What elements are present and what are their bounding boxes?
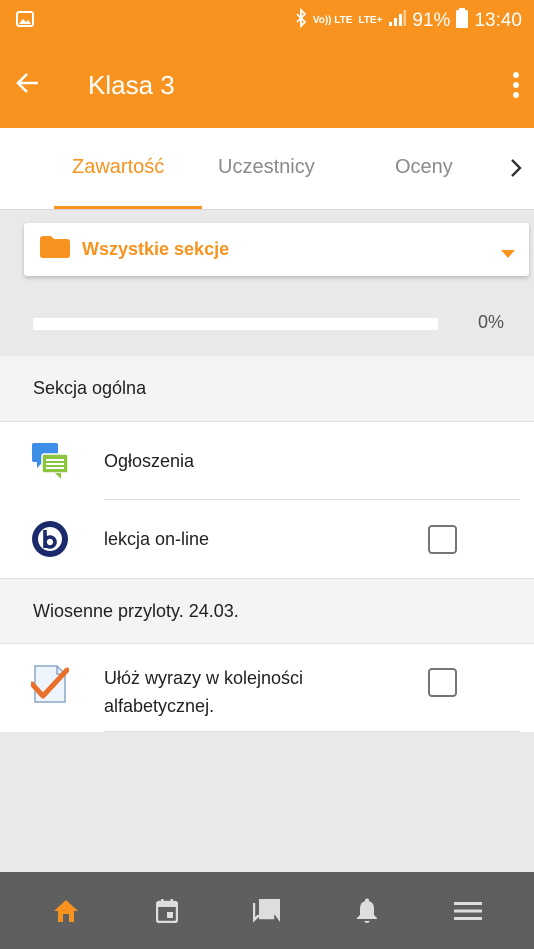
list-item-label: Ogłoszenia	[104, 451, 195, 471]
course-progress-bar	[33, 318, 438, 330]
battery-percent: 91%	[412, 10, 451, 31]
section-filter-label: Wszystkie sekcje	[82, 239, 230, 259]
more-options-icon[interactable]	[512, 70, 520, 100]
dropdown-arrow-icon	[501, 245, 515, 263]
hamburger-menu-icon[interactable]	[446, 889, 490, 933]
back-arrow-icon[interactable]	[16, 72, 40, 99]
section-filter-select[interactable]: Wszystkie sekcje	[24, 223, 529, 276]
completion-checkbox[interactable]	[428, 668, 457, 697]
list-item-label: lekcja on-line	[104, 529, 210, 549]
course-content-list: Sekcja ogólna Ogłoszenia lekcja on-line …	[0, 356, 534, 732]
bluetooth-icon	[295, 7, 307, 34]
tab-bar: Zawartość Uczestnicy Oceny	[0, 128, 534, 210]
course-progress-percent: 0%	[477, 312, 504, 332]
bigbluebutton-icon	[31, 520, 69, 558]
page-title: Klasa 3	[88, 69, 175, 100]
notifications-bell-icon[interactable]	[345, 889, 389, 933]
list-item-announcements[interactable]: Ogłoszenia	[0, 422, 534, 500]
clock: 13:40	[474, 10, 522, 31]
app-bar: Klasa 3	[0, 42, 534, 128]
forum-icon	[31, 442, 69, 480]
folder-icon	[40, 236, 70, 263]
bottom-navigation	[0, 872, 534, 949]
active-tab-indicator	[54, 206, 202, 209]
tab-participants[interactable]: Uczestnicy	[218, 156, 315, 179]
list-item-assignment[interactable]: Ułóż wyrazy w kolejności alfabetycznej.	[0, 644, 534, 732]
section-header[interactable]: Sekcja ogólna	[0, 356, 534, 422]
calendar-icon[interactable]	[145, 889, 189, 933]
tab-grades[interactable]: Oceny	[395, 156, 453, 179]
status-bar: Vo)) LTE LTE+ 91% 13:40	[0, 0, 534, 42]
messages-icon[interactable]	[245, 889, 289, 933]
section-header[interactable]: Wiosenne przyloty. 24.03.	[0, 578, 534, 644]
tab-content[interactable]: Zawartość	[72, 156, 164, 179]
home-icon[interactable]	[44, 889, 88, 933]
signal-icon	[388, 10, 407, 32]
chevron-right-icon[interactable]	[508, 156, 524, 180]
lte-indicator: LTE+	[358, 15, 383, 26]
gallery-notification-icon	[16, 10, 34, 32]
list-item-online-lesson[interactable]: lekcja on-line	[0, 500, 534, 578]
battery-icon	[456, 8, 469, 34]
divider	[104, 731, 520, 732]
completion-checkbox[interactable]	[428, 524, 457, 554]
list-item-label: Ułóż wyrazy w kolejności alfabetycznej.	[104, 668, 304, 716]
assignment-icon	[29, 664, 70, 703]
volte-indicator: Vo)) LTE	[312, 15, 353, 26]
